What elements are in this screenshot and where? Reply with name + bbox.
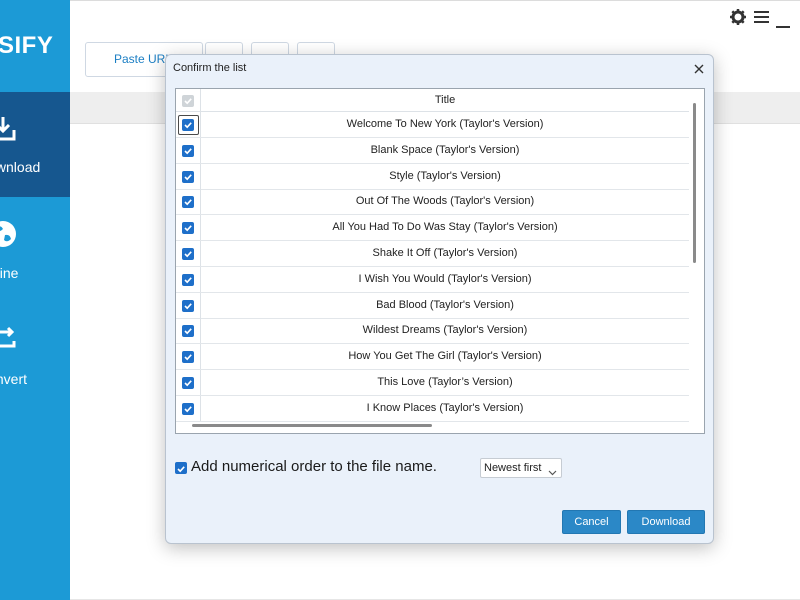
row-check-cell (176, 112, 201, 137)
row-checkbox[interactable] (182, 377, 194, 389)
row-check-cell (176, 370, 201, 395)
track-title: This Love (Taylor’s Version) (377, 376, 513, 388)
horizontal-scrollbar[interactable] (192, 424, 432, 427)
sidebar-item-label: Online (0, 265, 19, 281)
gear-icon[interactable] (730, 9, 746, 30)
row-check-cell (176, 292, 201, 318)
row-check-cell (176, 189, 201, 215)
menu-icon[interactable] (754, 10, 769, 29)
row-check-cell (176, 344, 201, 370)
sidebar-item-convert[interactable]: Convert (0, 302, 70, 407)
row-check-cell (176, 266, 201, 292)
row-checkbox[interactable] (182, 248, 194, 260)
convert-icon (0, 322, 20, 356)
download-button[interactable]: Download (627, 510, 705, 534)
sort-order-value: Newest first (484, 462, 542, 474)
numerical-order-checkbox[interactable] (175, 462, 187, 474)
row-check-cell (176, 395, 201, 421)
row-check-cell (176, 215, 201, 241)
app-brand: SIFY (0, 30, 70, 64)
table-row[interactable]: I Wish You Would (Taylor's Version) (176, 266, 689, 293)
table-row[interactable]: Welcome To New York (Taylor's Version) (176, 112, 689, 138)
row-check-cell (176, 241, 201, 266)
table-row[interactable]: Bad Blood (Taylor's Version) (176, 292, 689, 319)
row-checkbox[interactable] (182, 196, 194, 209)
track-title: Out Of The Woods (Taylor's Version) (355, 195, 535, 208)
table-row[interactable]: I Know Places (Taylor's Version) (176, 395, 689, 422)
select-all-checkbox[interactable] (182, 95, 194, 107)
table-row[interactable]: How You Get The Girl (Taylor's Version) (176, 344, 689, 371)
dialog-title: Confirm the list (173, 62, 247, 74)
table-row[interactable]: Out Of The Woods (Taylor's Version) (176, 189, 689, 216)
sidebar: SIFY Download Online Convert (0, 0, 70, 600)
track-title: Welcome To New York (Taylor's Version) (346, 118, 544, 130)
row-checkbox[interactable] (182, 273, 194, 286)
row-checkbox[interactable] (182, 144, 194, 157)
track-title: Shake It Off (Taylor's Version) (372, 247, 518, 259)
row-checkbox[interactable] (182, 299, 194, 312)
header-check-cell (176, 89, 201, 111)
row-checkbox[interactable] (182, 222, 194, 235)
track-table: Title Welcome To New York (Taylor's Vers… (175, 88, 705, 434)
track-title: Style (Taylor's Version) (389, 169, 501, 182)
sidebar-item-download[interactable]: Download (0, 92, 70, 197)
row-check-cell (176, 163, 201, 189)
globe-icon (0, 217, 20, 251)
track-title: How You Get The Girl (Taylor's Version) (348, 350, 542, 363)
chevron-down-icon (548, 464, 557, 482)
track-title: All You Had To Do Was Stay (Taylor's Ver… (332, 221, 558, 234)
numerical-order-label: Add numerical order to the file name. (191, 458, 437, 475)
table-row[interactable]: Shake It Off (Taylor's Version) (176, 241, 689, 267)
download-icon (0, 112, 20, 146)
table-row[interactable]: All You Had To Do Was Stay (Taylor's Ver… (176, 215, 689, 242)
sidebar-item-label: Convert (0, 371, 28, 387)
column-header-title: Title (434, 94, 456, 106)
track-title: I Know Places (Taylor's Version) (366, 401, 524, 414)
row-check-cell (176, 318, 201, 344)
track-title: Bad Blood (Taylor's Version) (376, 298, 514, 311)
table-row[interactable]: Style (Taylor's Version) (176, 163, 689, 190)
row-checkbox[interactable] (182, 351, 194, 364)
close-icon[interactable] (689, 59, 709, 79)
track-title: I Wish You Would (Taylor's Version) (358, 272, 532, 285)
cancel-button[interactable]: Cancel (562, 510, 621, 534)
sidebar-item-label: Download (0, 159, 41, 175)
table-row[interactable]: Blank Space (Taylor's Version) (176, 137, 689, 164)
table-row[interactable]: Wildest Dreams (Taylor's Version) (176, 318, 689, 345)
row-checkbox[interactable] (182, 170, 194, 183)
confirm-list-dialog: Confirm the list Title Welcome To New Yo… (165, 54, 714, 544)
sort-order-select[interactable]: Newest first (480, 458, 562, 478)
minimize-icon[interactable] (776, 16, 790, 34)
track-title: Wildest Dreams (Taylor's Version) (362, 324, 528, 337)
sidebar-item-online[interactable]: Online (0, 197, 70, 302)
row-checkbox[interactable] (182, 402, 194, 415)
vertical-scrollbar[interactable] (693, 103, 696, 263)
row-checkbox[interactable] (182, 325, 194, 338)
row-checkbox[interactable] (182, 119, 194, 131)
window-controls (730, 9, 800, 29)
track-title: Blank Space (Taylor's Version) (370, 143, 520, 156)
row-check-cell (176, 137, 201, 163)
brand-name: SIFY (0, 32, 54, 59)
table-header: Title (176, 89, 689, 112)
table-row[interactable]: This Love (Taylor’s Version) (176, 370, 689, 396)
table-body: Welcome To New York (Taylor's Version) Bl… (176, 112, 689, 422)
dialog-header: Confirm the list (166, 55, 713, 83)
